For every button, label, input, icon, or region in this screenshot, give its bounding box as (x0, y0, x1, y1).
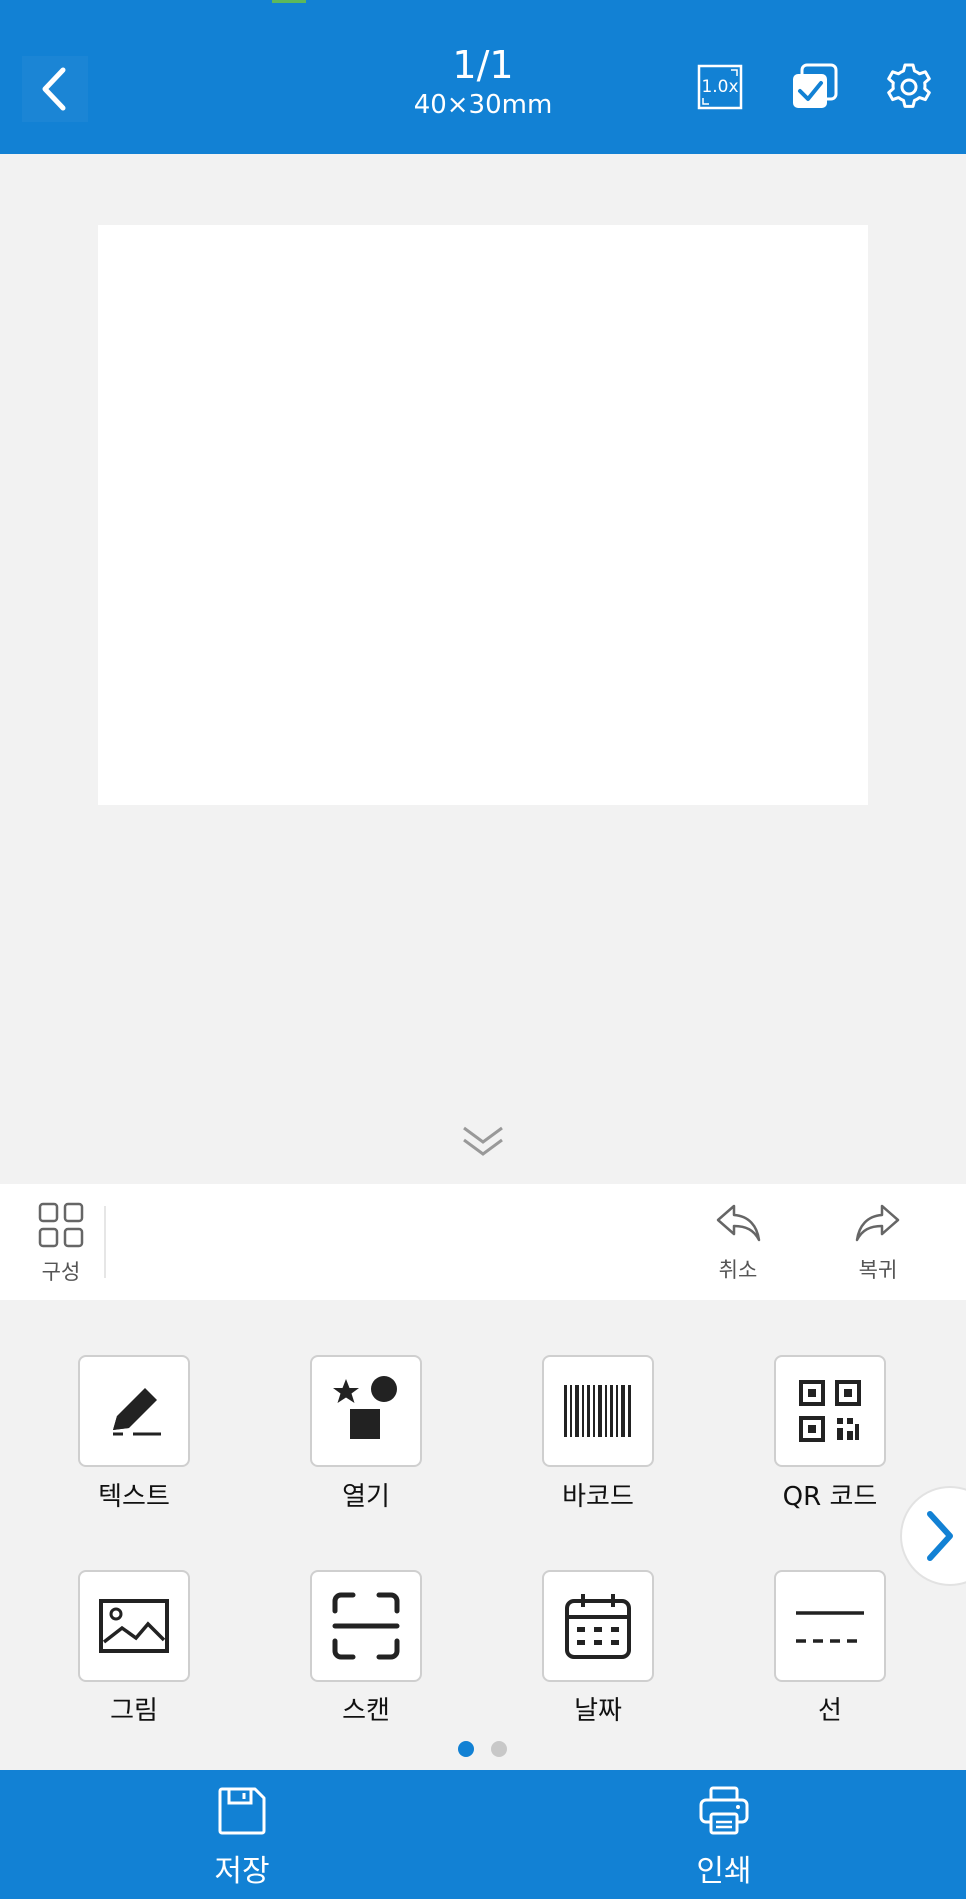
redo-label: 복귀 (858, 1258, 898, 1282)
settings-button[interactable] (884, 62, 934, 112)
save-button[interactable]: 저장 (142, 1786, 342, 1890)
chevron-left-icon (42, 67, 66, 111)
barcode-icon (564, 1385, 631, 1437)
qr-code-tile[interactable] (774, 1355, 886, 1467)
undo-label: 취소 (718, 1258, 758, 1282)
print-button[interactable]: 인쇄 (624, 1786, 824, 1890)
date-tile[interactable] (542, 1570, 654, 1682)
text-label: 텍스트 (98, 1482, 170, 1512)
editor-toolbar: 구성 취소 복귀 (0, 1184, 966, 1300)
bottom-action-bar: 저장 인쇄 (0, 1770, 966, 1899)
label-canvas[interactable] (98, 225, 868, 805)
barcode-tile[interactable] (542, 1355, 654, 1467)
layout-label: 구성 (41, 1260, 81, 1284)
calendar-icon (565, 1594, 631, 1659)
scan-label: 스캔 (342, 1696, 390, 1726)
undo-icon (716, 1204, 761, 1242)
undo-button[interactable]: 취소 (700, 1202, 776, 1284)
page-indicator: 1/1 (452, 43, 514, 87)
save-icon (218, 1787, 266, 1835)
redo-icon (855, 1204, 900, 1242)
save-label: 저장 (214, 1854, 270, 1889)
page-dot-active (458, 1741, 474, 1757)
date-label: 날짜 (574, 1696, 622, 1726)
chevron-right-icon (927, 1511, 953, 1561)
gear-icon (887, 63, 931, 108)
line-tile[interactable] (774, 1570, 886, 1682)
printer-icon (699, 1786, 749, 1835)
barcode-label: 바코드 (562, 1482, 634, 1512)
shapes-tile[interactable] (310, 1355, 422, 1467)
shapes-icon (333, 1376, 397, 1439)
qr-code-label: QR 코드 (782, 1482, 878, 1512)
scan-icon (332, 1592, 400, 1660)
zoom-level: 1.0x (701, 77, 739, 97)
canvas-area[interactable] (0, 154, 966, 1184)
chevron-double-down-icon (463, 1126, 503, 1156)
label-size: 40×30mm (413, 90, 553, 120)
grid-icon (38, 1202, 84, 1248)
image-icon (99, 1599, 169, 1653)
text-tile[interactable] (78, 1355, 190, 1467)
multi-select-icon (793, 63, 838, 108)
pencil-icon (113, 1388, 161, 1436)
page-dot[interactable] (491, 1741, 507, 1757)
image-label: 그림 (110, 1696, 158, 1726)
title-block: 1/1 40×30mm (333, 42, 633, 122)
zoom-button[interactable]: 1.0x (695, 62, 745, 112)
collapse-button[interactable] (460, 1120, 506, 1160)
back-button[interactable] (22, 56, 88, 122)
image-tile[interactable] (78, 1570, 190, 1682)
print-label: 인쇄 (696, 1854, 752, 1889)
shapes-label: 열기 (342, 1482, 390, 1512)
qr-code-icon (799, 1380, 861, 1442)
next-page-button[interactable] (900, 1486, 966, 1586)
status-indicator (272, 0, 306, 3)
toolbar-divider (104, 1206, 106, 1278)
line-label: 선 (818, 1696, 842, 1726)
scan-tile[interactable] (310, 1570, 422, 1682)
line-icon (796, 1611, 864, 1643)
multi-select-button[interactable] (790, 62, 840, 112)
top-app-bar: 1/1 40×30mm 1.0x (0, 0, 966, 154)
redo-button[interactable]: 복귀 (840, 1202, 916, 1284)
layout-button[interactable]: 구성 (24, 1202, 98, 1284)
